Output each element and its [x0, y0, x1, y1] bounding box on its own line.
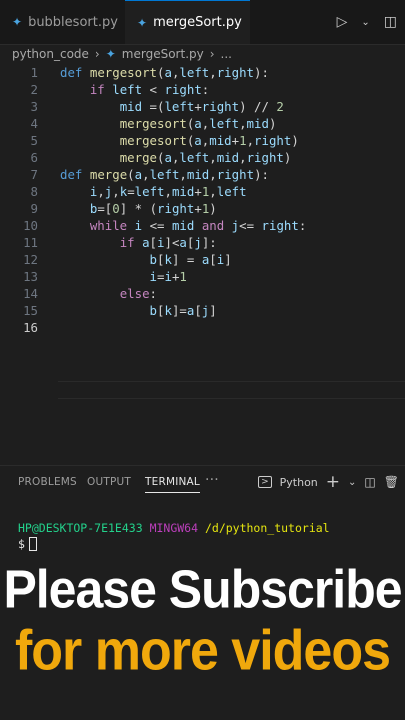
code-line[interactable]: 8 i,j,k=left,mid+1,left — [0, 183, 405, 200]
line-number: 8 — [30, 184, 38, 199]
more-videos-overlay-text: for more videos — [14, 619, 391, 683]
line-number: 2 — [30, 82, 38, 97]
code-text: mid =(left+right) // 2 — [119, 99, 284, 114]
chevron-down-icon[interactable]: ⌄ — [361, 17, 369, 28]
line-number: 12 — [23, 252, 38, 267]
code-text: while i <= mid and j<= right: — [89, 218, 307, 233]
split-terminal-icon[interactable]: ◫ — [364, 475, 375, 489]
chevron-right-icon: › — [209, 47, 215, 61]
run-icon[interactable]: ▷ — [337, 14, 348, 30]
breadcrumb-more[interactable]: ... — [221, 47, 232, 61]
line-number: 11 — [23, 235, 38, 250]
code-text: merge(a,left,mid,right) — [119, 150, 292, 165]
terminal-input-line[interactable]: $ — [18, 537, 330, 551]
code-text: i=i+1 — [149, 269, 187, 284]
python-file-icon: ✦ — [105, 47, 116, 61]
code-line[interactable]: 1 def mergesort(a,left,right): — [0, 64, 405, 81]
line-number: 10 — [23, 218, 38, 233]
terminal-prompt-line: HP@DESKTOP-7E1E433 MINGW64 /d/python_tut… — [18, 521, 330, 535]
terminal-cursor — [28, 537, 37, 551]
tab-label: mergeSort.py — [153, 15, 242, 30]
code-text: i,j,k=left,mid+1,left — [89, 184, 247, 199]
terminal-path: /d/python_tutorial — [204, 521, 330, 535]
line-number: 1 — [30, 65, 38, 80]
code-line[interactable]: 6 merge(a,left,mid,right) — [0, 149, 405, 166]
terminal-shell-icon: > — [258, 476, 272, 488]
tab-bubblesort[interactable]: ✦ bubblesort.py — [0, 0, 125, 44]
code-line[interactable]: 10 while i <= mid and j<= right: — [0, 217, 405, 234]
tab-output[interactable]: OUTPUT — [87, 476, 131, 488]
code-text: mergesort(a,mid+1,right) — [119, 133, 299, 148]
breadcrumb-folder[interactable]: python_code — [12, 47, 89, 61]
plus-icon[interactable]: + — [326, 472, 340, 492]
line-number: 4 — [30, 116, 38, 131]
code-text: if left < right: — [89, 82, 210, 97]
code-text: b[k] = a[i] — [149, 252, 232, 267]
breadcrumb: python_code › ✦ mergeSort.py › ... — [12, 45, 232, 63]
line-number: 7 — [30, 167, 38, 182]
more-icon[interactable]: ··· — [205, 472, 219, 488]
code-line[interactable]: 2 if left < right: — [0, 81, 405, 98]
code-text: def mergesort(a,left,right): — [60, 65, 269, 80]
code-text: if a[i]<a[j]: — [119, 235, 217, 250]
code-line[interactable]: 11 if a[i]<a[j]: — [0, 234, 405, 251]
trash-icon[interactable]: 🗑 — [384, 475, 399, 489]
line-number: 16 — [23, 320, 38, 335]
line-number: 6 — [30, 150, 38, 165]
tab-mergesort[interactable]: ✦ mergeSort.py — [125, 0, 250, 44]
terminal-prompt-symbol: $ — [18, 537, 25, 551]
code-line[interactable]: 15 b[k]=a[j] — [0, 302, 405, 319]
code-line[interactable]: 16 — [0, 319, 405, 336]
chevron-down-icon[interactable]: ⌄ — [348, 477, 356, 488]
python-file-icon: ✦ — [12, 15, 23, 29]
code-line[interactable]: 13 i=i+1 — [0, 268, 405, 285]
code-text: def merge(a,left,mid,right): — [60, 167, 269, 182]
code-text: else: — [119, 286, 157, 301]
terminal-user: HP@DESKTOP-7E1E433 — [18, 521, 143, 535]
line-number: 14 — [23, 286, 38, 301]
tab-problems[interactable]: PROBLEMS — [18, 476, 77, 488]
code-line[interactable]: 12 b[k] = a[i] — [0, 251, 405, 268]
breadcrumb-file[interactable]: mergeSort.py — [122, 47, 204, 61]
code-text: b[k]=a[j] — [149, 303, 217, 318]
code-editor[interactable]: 1 def mergesort(a,left,right): 2 if left <… — [0, 62, 405, 462]
line-number: 9 — [30, 201, 38, 216]
split-editor-icon[interactable]: ◫ — [384, 14, 397, 30]
tab-label: bubblesort.py — [28, 14, 118, 30]
line-number: 15 — [23, 303, 38, 318]
line-number: 5 — [30, 133, 38, 148]
current-line-highlight — [58, 381, 405, 399]
terminal-output[interactable]: HP@DESKTOP-7E1E433 MINGW64 /d/python_tut… — [18, 521, 330, 551]
tab-terminal[interactable]: TERMINAL — [145, 476, 200, 493]
terminal-toolbar: > Python + ⌄ ◫ 🗑 — [258, 472, 399, 492]
editor-toolbar: ▷ ⌄ ◫ — [337, 0, 397, 44]
line-number: 3 — [30, 99, 38, 114]
code-line[interactable]: 14 else: — [0, 285, 405, 302]
panel-tab-bar: PROBLEMS OUTPUT TERMINAL ··· > Python + … — [0, 466, 405, 500]
code-text: mergesort(a,left,mid) — [119, 116, 277, 131]
terminal-shell-label[interactable]: Python — [280, 476, 318, 489]
chevron-right-icon: › — [94, 47, 100, 61]
code-line[interactable]: 5 mergesort(a,mid+1,right) — [0, 132, 405, 149]
terminal-system: MINGW64 — [149, 521, 199, 535]
line-number: 13 — [23, 269, 38, 284]
code-line[interactable]: 7 def merge(a,left,mid,right): — [0, 166, 405, 183]
code-line[interactable]: 4 mergesort(a,left,mid) — [0, 115, 405, 132]
code-text: b=[0] * (right+1) — [89, 201, 217, 216]
code-line[interactable]: 3 mid =(left+right) // 2 — [0, 98, 405, 115]
editor-tab-bar: ✦ bubblesort.py ✦ mergeSort.py ▷ ⌄ ◫ — [0, 0, 405, 45]
code-line[interactable]: 9 b=[0] * (right+1) — [0, 200, 405, 217]
python-file-icon: ✦ — [137, 15, 148, 30]
